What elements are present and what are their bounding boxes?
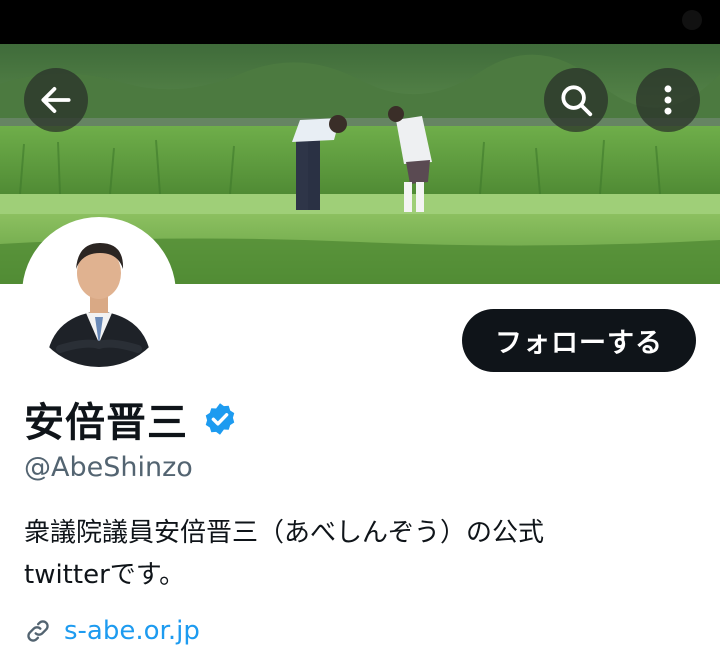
- search-icon: [561, 85, 593, 117]
- search-button[interactable]: [544, 68, 608, 132]
- bio-line-2: twitterです。: [24, 560, 186, 590]
- profile-bio: 衆議院議員安倍晋三（あべしんぞう）の公式 twitterです。: [24, 512, 694, 596]
- avatar-image: [26, 221, 172, 367]
- profile-name-row: 安倍晋三: [24, 390, 238, 448]
- website-link[interactable]: s-abe.or.jp: [64, 616, 200, 646]
- verified-badge-icon[interactable]: [202, 401, 238, 437]
- status-indicator: [682, 10, 702, 30]
- bio-line-1: 衆議院議員安倍晋三（あべしんぞう）の公式: [24, 518, 545, 548]
- link-icon: [24, 617, 52, 645]
- follow-button[interactable]: フォローする: [462, 309, 696, 372]
- display-name: 安倍晋三: [24, 400, 188, 446]
- more-options-button[interactable]: [636, 68, 700, 132]
- back-button[interactable]: [24, 68, 88, 132]
- status-bar: [0, 0, 720, 44]
- more-vertical-icon: [664, 85, 672, 115]
- website-row: s-abe.or.jp: [24, 616, 200, 646]
- user-handle: @AbeShinzo: [24, 452, 193, 483]
- arrow-left-icon: [41, 87, 71, 113]
- avatar[interactable]: [22, 217, 176, 371]
